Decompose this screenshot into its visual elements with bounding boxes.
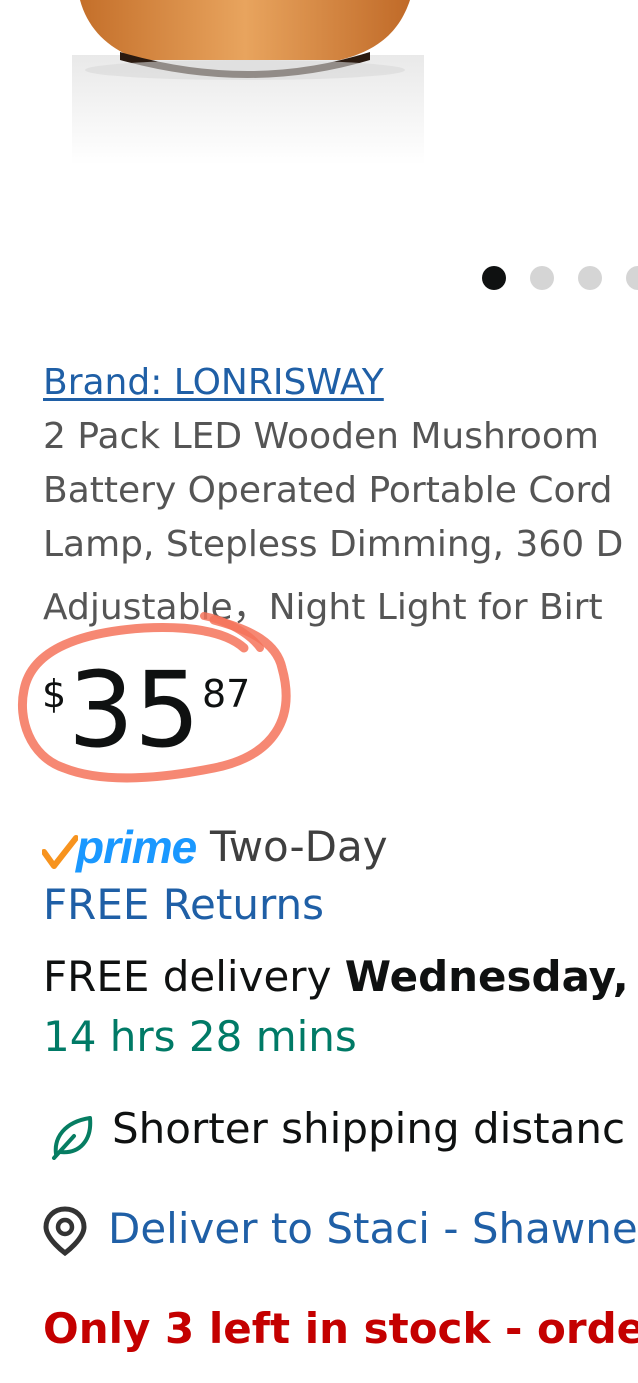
- prime-check-icon: [42, 835, 78, 869]
- location-pin-icon: [43, 1206, 87, 1256]
- prime-speed-label: Two-Day: [210, 822, 388, 871]
- stock-warning: Only 3 left in stock - order: [43, 1304, 638, 1353]
- price-whole: 35: [68, 649, 201, 771]
- carousel-dot-active[interactable]: [482, 266, 506, 290]
- order-countdown: 14 hrs 28 mins: [43, 1012, 357, 1061]
- leaf-icon: [52, 1116, 93, 1160]
- delivery-prefix: FREE delivery: [43, 952, 345, 1001]
- carousel-dot[interactable]: [578, 266, 602, 290]
- price-fraction: 87: [202, 672, 251, 716]
- brand-link[interactable]: Brand: LONRISWAY: [43, 362, 384, 403]
- product-title-line: Adjustable，Night Light for Birt: [43, 587, 603, 628]
- price-currency-symbol: $: [42, 672, 67, 716]
- delivery-estimate: FREE delivery Wednesday, J: [43, 952, 638, 1001]
- product-image[interactable]: [0, 0, 638, 230]
- carousel-dot[interactable]: [626, 266, 638, 290]
- image-carousel-dots: [482, 266, 638, 290]
- free-returns-link[interactable]: FREE Returns: [43, 880, 324, 929]
- delivery-date: Wednesday, J: [344, 952, 638, 1001]
- product-title-line: Battery Operated Portable Cord: [43, 470, 613, 511]
- product-title-line: 2 Pack LED Wooden Mushroom: [43, 416, 599, 457]
- product-title-line: Lamp, Stepless Dimming, 360 D: [43, 524, 624, 565]
- prime-logo-text: prime: [76, 821, 197, 873]
- eco-shipping-text: Shorter shipping distanc: [112, 1104, 626, 1153]
- deliver-to-link[interactable]: Deliver to Staci - Shawne: [108, 1204, 638, 1253]
- carousel-dot[interactable]: [530, 266, 554, 290]
